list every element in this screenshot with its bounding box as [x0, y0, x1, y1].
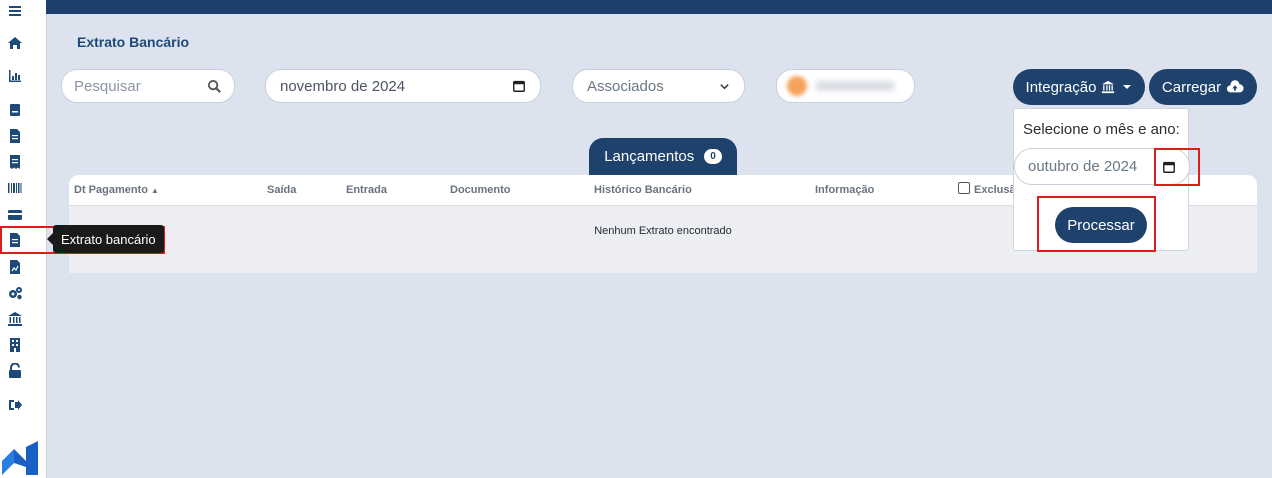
document-icon[interactable]	[6, 127, 24, 145]
sidebar-tooltip: Extrato bancário	[47, 225, 164, 253]
chevron-down-icon	[720, 83, 729, 89]
page-title: Extrato Bancário	[77, 34, 190, 50]
app-logo	[2, 441, 38, 475]
carregar-button[interactable]: Carregar	[1149, 69, 1257, 105]
column-header-dt-pagamento[interactable]: Dt Pagamento ▲	[74, 184, 159, 196]
account-select[interactable]	[776, 69, 915, 103]
book-icon[interactable]	[6, 101, 24, 119]
logout-icon[interactable]	[6, 396, 24, 414]
month-picker[interactable]: novembro de 2024	[265, 69, 541, 103]
tab-lancamentos-label: Lançamentos	[604, 148, 695, 165]
chart-icon[interactable]	[6, 67, 24, 85]
month-value: novembro de 2024	[280, 77, 406, 95]
search-icon[interactable]	[207, 79, 222, 94]
account-name-blurred	[815, 81, 895, 91]
menu-icon[interactable]	[6, 2, 24, 20]
column-header-saida[interactable]: Saída	[267, 184, 296, 196]
dropdown-month-value: outubro de 2024	[1028, 158, 1138, 175]
tab-lancamentos[interactable]: Lançamentos 0	[589, 138, 737, 175]
associados-select[interactable]: Associados	[572, 69, 745, 103]
account-avatar	[787, 76, 807, 96]
dropdown-label: Selecione o mês e ano:	[1023, 121, 1180, 138]
gears-icon[interactable]	[6, 284, 24, 302]
unlock-icon[interactable]	[6, 362, 24, 380]
carregar-label: Carregar	[1161, 78, 1222, 96]
report-icon[interactable]	[6, 258, 24, 276]
column-header-historico[interactable]: Histórico Bancário	[594, 184, 692, 196]
caret-down-icon	[1123, 85, 1132, 89]
search-input[interactable]: Pesquisar	[61, 69, 235, 103]
column-header-documento[interactable]: Documento	[450, 184, 511, 196]
bank-icon	[1102, 80, 1115, 94]
card-icon[interactable]	[6, 206, 24, 224]
integracao-label: Integração	[1025, 78, 1097, 96]
top-bar	[46, 0, 1272, 14]
receipt-icon[interactable]	[6, 153, 24, 171]
associados-value: Associados	[587, 77, 664, 95]
count-badge: 0	[704, 149, 722, 164]
highlight-processar	[1037, 196, 1156, 252]
search-placeholder: Pesquisar	[74, 77, 141, 95]
select-all-checkbox[interactable]	[958, 182, 970, 194]
column-header-entrada[interactable]: Entrada	[346, 184, 387, 196]
cloud-upload-icon	[1226, 80, 1244, 93]
highlight-calendar	[1154, 148, 1200, 186]
building-icon[interactable]	[6, 336, 24, 354]
barcode-icon[interactable]	[6, 179, 24, 197]
home-icon[interactable]	[6, 34, 24, 52]
calendar-icon[interactable]	[512, 79, 526, 93]
integracao-button[interactable]: Integração	[1013, 69, 1145, 105]
bank-icon[interactable]	[6, 310, 24, 328]
column-header-informacao[interactable]: Informação	[815, 184, 874, 196]
column-header-exclusao[interactable]: Exclusão	[958, 182, 1013, 196]
